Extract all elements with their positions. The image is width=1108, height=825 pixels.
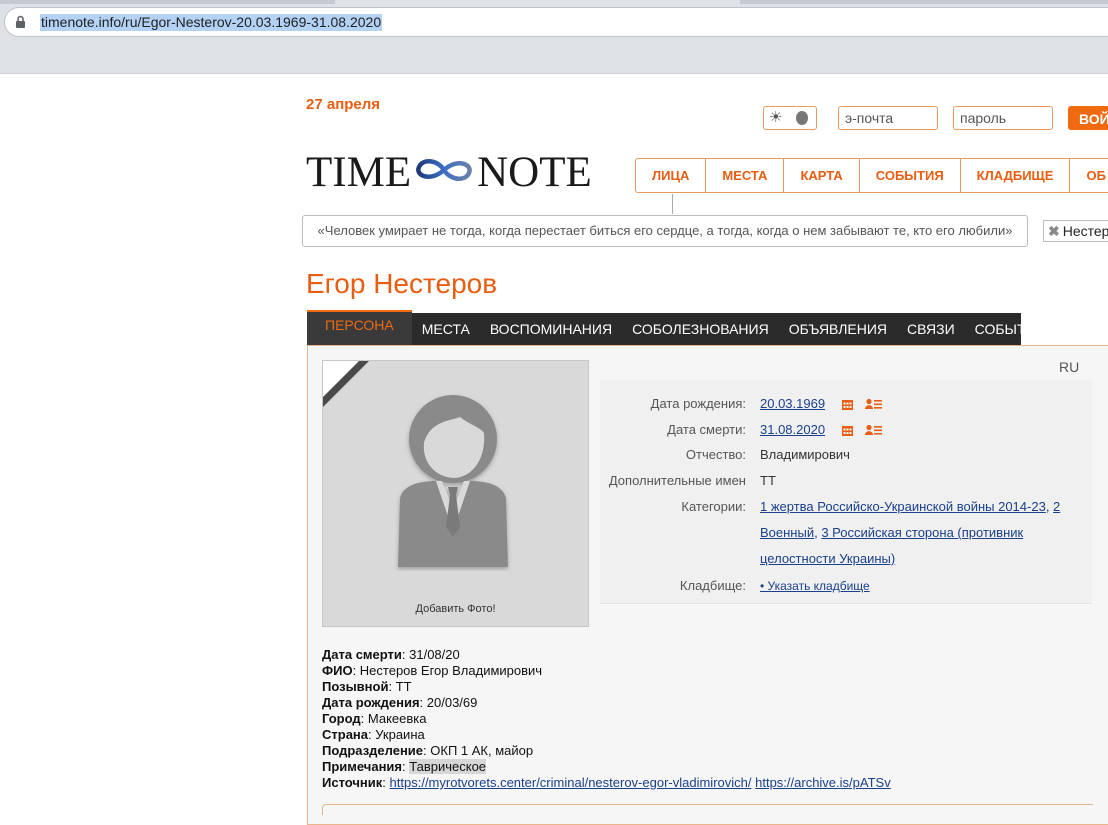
person-info: Дата рождения: 20.03.1969 Дата смерти: 3… xyxy=(600,380,1092,604)
site-logo[interactable]: TIME NOTE xyxy=(306,149,616,196)
detail-label: Дата рождения xyxy=(322,695,420,710)
page-title: Егор Нестеров xyxy=(306,268,498,299)
search-chip-text: Нестер xyxy=(1062,223,1108,239)
browser-chrome: timenote.info/ru/Egor-Nesterov-20.03.196… xyxy=(0,0,1108,74)
tab-events[interactable]: СОБЫТИЯ xyxy=(965,313,1056,345)
death-date-link[interactable]: 31.08.2020 xyxy=(760,422,825,437)
extra-names-value: ТТ xyxy=(760,473,776,488)
lock-icon xyxy=(16,15,25,28)
theme-toggle[interactable]: ☀ xyxy=(763,106,817,130)
detail-value: : 20/03/69 xyxy=(419,695,478,710)
browser-tab[interactable] xyxy=(0,0,335,4)
detail-row: Примечания: Таврическое xyxy=(322,759,891,775)
close-icon[interactable]: ✖ xyxy=(1048,223,1060,239)
source-link-myrotvorets[interactable]: https://myrotvorets.center/criminal/nest… xyxy=(390,775,752,790)
nav-item-cemetery[interactable]: КЛАДБИЩЕ xyxy=(961,159,1071,192)
detail-row: Источник: https://myrotvorets.center/cri… xyxy=(322,775,891,791)
detail-value: : 31/08/20 xyxy=(401,647,460,662)
detail-label: Позывной xyxy=(322,679,389,694)
address-bar[interactable]: timenote.info/ru/Egor-Nesterov-20.03.196… xyxy=(4,7,1108,37)
login-button[interactable]: ВОЙ xyxy=(1068,106,1108,130)
url-text[interactable]: timenote.info/ru/Egor-Nesterov-20.03.196… xyxy=(40,14,383,31)
person-list-icon[interactable] xyxy=(865,424,883,436)
extra-names-label: Дополнительные имен xyxy=(608,473,746,488)
add-photo-label[interactable]: Добавить Фото! xyxy=(323,603,588,615)
detail-label: Источник xyxy=(322,775,383,790)
detail-value-highlighted: Таврическое xyxy=(409,759,487,774)
nav-item-events[interactable]: СОБЫТИЯ xyxy=(860,159,961,192)
email-field[interactable] xyxy=(838,106,938,130)
tab-person[interactable]: ПЕРСОНА xyxy=(307,310,412,345)
category-links: 1 жертва Российско-Украинской войны 2014… xyxy=(760,494,1080,572)
divider xyxy=(322,804,1093,815)
category-link-2b[interactable]: Военный xyxy=(760,525,814,540)
tab-announcements[interactable]: ОБЪЯВЛЕНИЯ xyxy=(779,313,897,345)
nav-item-faces[interactable]: ЛИЦА xyxy=(636,159,707,192)
detail-label: Страна xyxy=(322,727,369,742)
bio-details: Дата смерти: 31/08/20 ФИО: Нестеров Егор… xyxy=(322,647,891,791)
current-date: 27 апреля xyxy=(306,96,381,113)
nav-item-map[interactable]: КАРТА xyxy=(784,159,860,192)
calendar-icon[interactable] xyxy=(841,399,853,410)
search-chip[interactable]: ✖ Нестер xyxy=(1043,220,1108,242)
birth-date-link[interactable]: 20.03.1969 xyxy=(760,396,825,411)
set-cemetery-link[interactable]: • Указать кладбище xyxy=(760,579,870,593)
detail-label: Город xyxy=(322,711,361,726)
category-link-3[interactable]: 3 Российская сторона (противник xyxy=(821,525,1023,540)
category-link-1[interactable]: 1 жертва Российско-Украинской войны 2014… xyxy=(760,499,1046,514)
patronymic-label: Отчество: xyxy=(685,447,746,462)
infinity-icon xyxy=(416,159,472,181)
browser-tab[interactable] xyxy=(740,0,1108,4)
calendar-icon[interactable] xyxy=(841,425,853,436)
detail-row: Подразделение: ОКП 1 АК, майор xyxy=(322,743,891,759)
avatar-icon xyxy=(398,395,508,567)
detail-value: : Украина xyxy=(368,727,425,742)
cemetery-label: Кладбище: xyxy=(679,578,746,593)
person-list-icon[interactable] xyxy=(865,398,883,410)
logo-text-right: NOTE xyxy=(477,149,592,196)
detail-label: Примечания xyxy=(322,759,403,774)
mourning-ribbon xyxy=(323,361,369,407)
tab-condolences[interactable]: СОБОЛЕЗНОВАНИЯ xyxy=(622,313,779,345)
detail-value: : Нестеров Егор Владимирович xyxy=(352,663,543,678)
death-label: Дата смерти: xyxy=(667,422,746,437)
patronymic-value: Владимирович xyxy=(760,447,850,462)
category-link-2[interactable]: 2 xyxy=(1053,499,1060,514)
detail-row: Дата рождения: 20/03/69 xyxy=(322,695,891,711)
detail-row: ФИО: Нестеров Егор Владимирович xyxy=(322,663,891,679)
tab-relations[interactable]: СВЯЗИ xyxy=(897,313,965,345)
detail-row: Город: Макеевка xyxy=(322,711,891,727)
person-tabs: ПЕРСОНА МЕСТА ВОСПОМИНАНИЯ СОБОЛЕЗНОВАНИ… xyxy=(307,310,1046,345)
detail-label: Дата смерти xyxy=(322,647,402,662)
detail-value: : ОКП 1 АК, майор xyxy=(423,743,534,758)
detail-row: Дата смерти: 31/08/20 xyxy=(322,647,891,663)
tab-places[interactable]: МЕСТА xyxy=(412,313,480,345)
divider xyxy=(672,194,673,214)
category-link-3b[interactable]: целостности Украины) xyxy=(760,551,895,566)
detail-label: ФИО xyxy=(322,663,353,678)
detail-value: : Макеевка xyxy=(360,711,427,726)
detail-label: Подразделение xyxy=(322,743,424,758)
password-field[interactable] xyxy=(953,106,1053,130)
nav-item-places[interactable]: МЕСТА xyxy=(706,159,785,192)
main-nav: ЛИЦА МЕСТА КАРТА СОБЫТИЯ КЛАДБИЩЕ ОБ xyxy=(635,158,1108,193)
source-link-archive[interactable]: https://archive.is/pATSv xyxy=(755,775,891,790)
detail-value: : ТТ xyxy=(388,679,412,694)
sun-icon: ☀ xyxy=(769,109,783,126)
categories-label: Категории: xyxy=(681,499,746,514)
detail-row: Позывной: ТТ xyxy=(322,679,891,695)
nav-item-more[interactable]: ОБ xyxy=(1070,159,1108,192)
detail-row: Страна: Украина xyxy=(322,727,891,743)
detail-separator: : xyxy=(382,775,390,790)
tab-memories[interactable]: ВОСПОМИНАНИЯ xyxy=(480,313,622,345)
separator-text: , xyxy=(1045,499,1054,514)
birth-label: Дата рождения: xyxy=(650,396,746,411)
logo-text-left: TIME xyxy=(306,149,412,196)
quote-banner: «Человек умирает не тогда, когда переста… xyxy=(302,215,1028,247)
language-switch[interactable]: RU xyxy=(1059,359,1079,375)
moon-icon xyxy=(796,111,808,125)
photo-placeholder[interactable]: Добавить Фото! xyxy=(322,360,589,627)
